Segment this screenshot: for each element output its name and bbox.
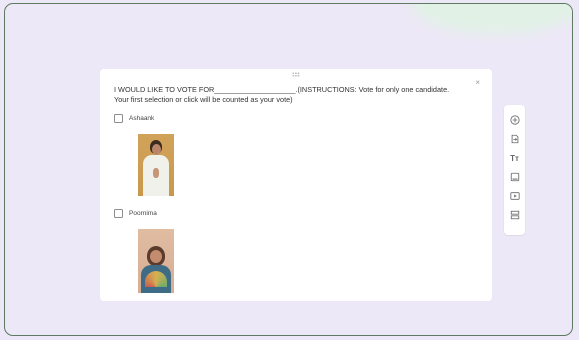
add-title-button[interactable]: Tт (508, 151, 522, 165)
add-video-button[interactable] (508, 189, 522, 203)
photo-hands (153, 168, 159, 178)
photo-face (150, 250, 162, 263)
add-question-button[interactable] (508, 113, 522, 127)
section-icon (510, 210, 519, 220)
option-label: Poornima (129, 210, 157, 217)
option-checkbox[interactable] (114, 114, 123, 123)
import-question-icon (511, 134, 518, 144)
question-card[interactable]: × I WOULD LIKE TO VOTE FOR______________… (100, 69, 492, 301)
question-text: I WOULD LIKE TO VOTE FOR________________… (114, 85, 450, 104)
option-checkbox[interactable] (114, 209, 123, 218)
candidate-photo-ashaank (138, 134, 174, 196)
photo-face (151, 144, 161, 155)
title-text-icon: Tт (510, 153, 519, 163)
option-ashaank[interactable]: Ashaank (114, 114, 478, 196)
add-image-button[interactable] (508, 170, 522, 184)
drag-handle-icon[interactable] (292, 72, 300, 77)
option-poornima[interactable]: Poornima (114, 209, 478, 293)
video-icon (509, 192, 520, 200)
side-toolbar: Tт (504, 105, 525, 235)
app-frame: × I WOULD LIKE TO VOTE FOR______________… (4, 3, 573, 336)
import-questions-button[interactable] (508, 132, 522, 146)
photo-rainbow (145, 271, 167, 287)
add-circle-icon (509, 115, 520, 125)
candidate-photo-poornima (138, 229, 174, 293)
option-label: Ashaank (129, 115, 155, 122)
close-icon[interactable]: × (475, 78, 480, 87)
add-section-button[interactable] (508, 208, 522, 222)
image-icon (510, 172, 519, 182)
